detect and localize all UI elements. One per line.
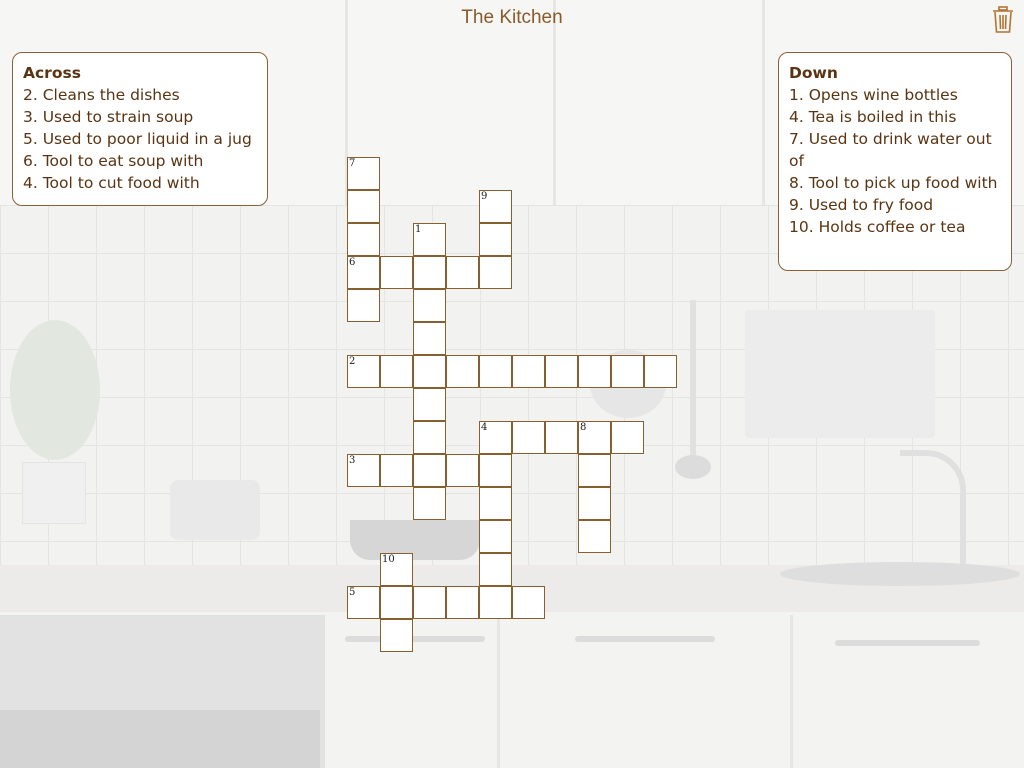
crossword-cell[interactable] [347, 289, 380, 322]
crossword-cell[interactable] [413, 388, 446, 421]
crossword-cell[interactable] [413, 256, 446, 289]
crossword-cell[interactable] [413, 322, 446, 355]
crossword-cell[interactable] [578, 355, 611, 388]
crossword-cell[interactable] [479, 520, 512, 553]
puzzle-title: The Kitchen [461, 7, 563, 28]
across-clue[interactable]: 3. Used to strain soup [23, 106, 257, 128]
across-clue[interactable]: 4. Tool to cut food with [23, 172, 257, 194]
crossword-cell[interactable] [644, 355, 677, 388]
trash-icon [993, 6, 1013, 33]
clue-number: 5 [349, 587, 356, 598]
down-clue[interactable]: 1. Opens wine bottles [789, 84, 1001, 106]
crossword-cell[interactable]: 2 [347, 355, 380, 388]
crossword-cell[interactable] [413, 355, 446, 388]
clue-number: 1 [415, 224, 422, 235]
across-clue[interactable]: 6. Tool to eat soup with [23, 150, 257, 172]
crossword-cell[interactable] [479, 355, 512, 388]
crossword-cell[interactable]: 3 [347, 454, 380, 487]
crossword-cell[interactable] [446, 586, 479, 619]
clue-number: 4 [481, 422, 488, 433]
clue-number: 10 [382, 554, 395, 565]
crossword-cell[interactable] [545, 355, 578, 388]
crossword-cell[interactable] [413, 289, 446, 322]
crossword-cell[interactable] [611, 421, 644, 454]
crossword-cell[interactable] [380, 454, 413, 487]
crossword-cell[interactable] [413, 421, 446, 454]
clue-number: 2 [349, 356, 356, 367]
down-clue[interactable]: 7. Used to drink water out of [789, 128, 1001, 172]
crossword-cell[interactable] [446, 355, 479, 388]
crossword-cell[interactable] [479, 256, 512, 289]
crossword-cell[interactable] [347, 223, 380, 256]
crossword-cell[interactable] [545, 421, 578, 454]
crossword-cell[interactable] [479, 454, 512, 487]
crossword-cell[interactable] [380, 619, 413, 652]
down-clue[interactable]: 10. Holds coffee or tea [789, 216, 1001, 238]
crossword-cell[interactable] [479, 487, 512, 520]
clue-number: 8 [580, 422, 587, 433]
crossword-cell[interactable] [380, 256, 413, 289]
down-clue[interactable]: 4. Tea is boiled in this [789, 106, 1001, 128]
clue-number: 6 [349, 257, 356, 268]
crossword-cell[interactable]: 10 [380, 553, 413, 586]
crossword-cell[interactable] [479, 586, 512, 619]
crossword-cell[interactable] [578, 520, 611, 553]
crossword-cell[interactable]: 9 [479, 190, 512, 223]
down-clue[interactable]: 8. Tool to pick up food with [789, 172, 1001, 194]
crossword-cell[interactable] [611, 355, 644, 388]
down-clues-panel: Down 1. Opens wine bottles 4. Tea is boi… [778, 52, 1012, 271]
crossword-cell[interactable]: 1 [413, 223, 446, 256]
crossword-cell[interactable]: 4 [479, 421, 512, 454]
across-clue[interactable]: 5. Used to poor liquid in a jug [23, 128, 257, 150]
clue-number: 9 [481, 191, 488, 202]
crossword-cell[interactable] [512, 586, 545, 619]
crossword-cell[interactable] [446, 454, 479, 487]
crossword-cell[interactable] [512, 355, 545, 388]
crossword-cell[interactable] [380, 355, 413, 388]
crossword-cell[interactable] [479, 553, 512, 586]
crossword-cell[interactable] [413, 586, 446, 619]
crossword-cell[interactable] [512, 421, 545, 454]
crossword-cell[interactable] [347, 190, 380, 223]
crossword-cell[interactable]: 8 [578, 421, 611, 454]
clue-number: 3 [349, 455, 356, 466]
crossword-cell[interactable] [413, 487, 446, 520]
trash-button[interactable] [991, 5, 1015, 35]
across-clue[interactable]: 2. Cleans the dishes [23, 84, 257, 106]
crossword-cell[interactable]: 6 [347, 256, 380, 289]
crossword-cell[interactable]: 5 [347, 586, 380, 619]
crossword-cell[interactable]: 7 [347, 157, 380, 190]
across-heading: Across [23, 64, 81, 82]
clue-number: 7 [349, 158, 356, 169]
crossword-cell[interactable] [479, 223, 512, 256]
down-clue[interactable]: 9. Used to fry food [789, 194, 1001, 216]
across-clues-panel: Across 2. Cleans the dishes 3. Used to s… [12, 52, 268, 206]
crossword-cell[interactable] [413, 454, 446, 487]
crossword-cell[interactable] [578, 454, 611, 487]
down-heading: Down [789, 64, 838, 82]
crossword-cell[interactable] [380, 586, 413, 619]
crossword-cell[interactable] [446, 256, 479, 289]
crossword-cell[interactable] [578, 487, 611, 520]
